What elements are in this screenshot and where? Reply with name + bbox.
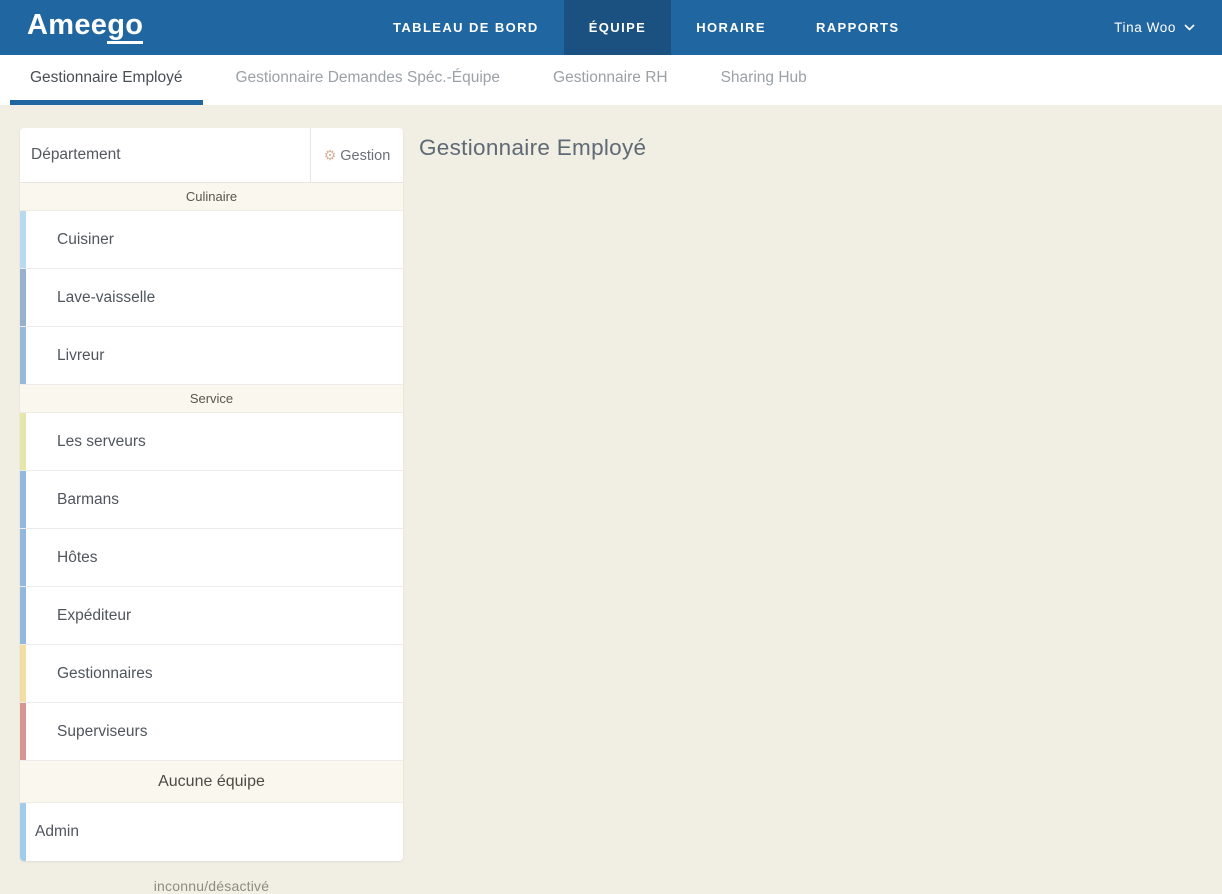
department-header-label: Département: [20, 128, 311, 182]
department-row-hotes[interactable]: Hôtes: [20, 529, 403, 587]
department-row-label: Les serveurs: [57, 433, 146, 451]
group-header-aucune-equipe: Aucune équipe: [20, 761, 403, 803]
department-color-strip: [20, 529, 26, 586]
department-color-strip: [20, 413, 26, 470]
department-color-strip: [20, 645, 26, 702]
tab-gestionnaire-demandes-spec-equipe[interactable]: Gestionnaire Demandes Spéc.-Équipe: [216, 55, 521, 105]
top-navbar: Ameego TABLEAU DE BORDÉQUIPEHORAIRERAPPO…: [0, 0, 1222, 55]
tab-gestionnaire-employe[interactable]: Gestionnaire Employé: [10, 55, 203, 105]
department-groups: Culinaire Cuisiner Lave-vaisselle Livreur Se…: [20, 183, 403, 861]
logo-underlined-text: go: [107, 9, 143, 44]
content-area: Gestionnaire Employé Département ⚙Gestio…: [0, 105, 1222, 891]
department-color-strip: [20, 587, 26, 644]
department-row-label: Lave-vaisselle: [57, 289, 155, 307]
nav-item-equipe[interactable]: ÉQUIPE: [564, 0, 672, 55]
department-row-admin[interactable]: Admin: [20, 803, 403, 861]
department-color-strip: [20, 703, 26, 760]
logo-text: Amee: [27, 9, 107, 41]
department-row-label: Hôtes: [57, 549, 98, 567]
tab-gestionnaire-rh[interactable]: Gestionnaire RH: [533, 55, 688, 105]
department-card: Département ⚙Gestion Culinaire Cuisiner La…: [20, 128, 403, 861]
tab-sharing-hub[interactable]: Sharing Hub: [701, 55, 827, 105]
department-row-gestionnaires[interactable]: Gestionnaires: [20, 645, 403, 703]
tab-bar: Gestionnaire Employé Gestionnaire Demande…: [0, 55, 1222, 105]
department-row-les-serveurs[interactable]: Les serveurs: [20, 413, 403, 471]
department-row-label: Barmans: [57, 491, 119, 509]
ameego-logo[interactable]: Ameego: [27, 9, 143, 42]
department-row-superviseurs[interactable]: Superviseurs: [20, 703, 403, 761]
department-color-strip: [20, 471, 26, 528]
gear-icon: ⚙: [324, 147, 337, 163]
gestion-button[interactable]: ⚙Gestion: [311, 128, 403, 182]
main-nav: TABLEAU DE BORDÉQUIPEHORAIRERAPPORTS: [368, 0, 924, 55]
department-row-lave-vaisselle[interactable]: Lave-vaisselle: [20, 269, 403, 327]
department-row-expediteur[interactable]: Expéditeur: [20, 587, 403, 645]
department-row-label: Gestionnaires: [57, 665, 153, 683]
department-row-label: Cuisiner: [57, 231, 114, 249]
nav-item-tableau-de-bord[interactable]: TABLEAU DE BORD: [368, 0, 564, 55]
department-row-label: Expéditeur: [57, 607, 131, 625]
department-color-strip: [20, 269, 26, 326]
group-header-culinaire: Culinaire: [20, 183, 403, 211]
department-row-livreur[interactable]: Livreur: [20, 327, 403, 385]
department-row-label: Superviseurs: [57, 723, 147, 741]
user-name: Tina Woo: [1114, 20, 1176, 35]
department-row-cuisiner[interactable]: Cuisiner: [20, 211, 403, 269]
department-card-header: Département ⚙Gestion: [20, 128, 403, 183]
department-color-strip: [20, 211, 26, 268]
nav-item-rapports[interactable]: RAPPORTS: [791, 0, 924, 55]
department-panel: Département ⚙Gestion Culinaire Cuisiner La…: [20, 128, 403, 894]
department-row-label: Admin: [35, 823, 79, 841]
department-row-label: Livreur: [57, 347, 104, 365]
department-color-strip: [20, 803, 26, 861]
gestion-button-label: Gestion: [340, 148, 390, 164]
user-menu[interactable]: Tina Woo: [1114, 0, 1195, 55]
chevron-down-icon: [1184, 24, 1195, 31]
unknown-disabled-link[interactable]: inconnu/désactivé: [20, 878, 403, 894]
department-row-barmans[interactable]: Barmans: [20, 471, 403, 529]
group-header-service: Service: [20, 385, 403, 413]
nav-item-horaire[interactable]: HORAIRE: [671, 0, 791, 55]
page-title: Gestionnaire Employé: [419, 135, 646, 161]
department-color-strip: [20, 327, 26, 384]
